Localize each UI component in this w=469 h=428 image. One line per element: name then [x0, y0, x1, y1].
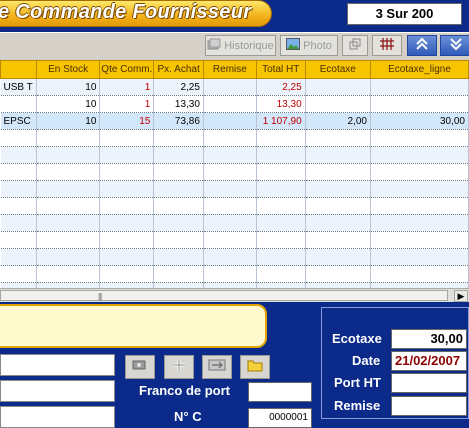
- franco-label: Franco de port: [139, 383, 231, 398]
- table-row[interactable]: USB T 10 1 2,25 2,25: [0, 78, 469, 96]
- franco-field[interactable]: [248, 382, 312, 402]
- footer-panel: Franco de port N° C 0000001 Ecotaxe 30,0…: [0, 302, 469, 428]
- transfer-button[interactable]: [202, 355, 232, 379]
- historique-button[interactable]: Historique: [205, 35, 276, 56]
- port-ht-field[interactable]: [391, 373, 467, 393]
- table-cell[interactable]: 13,30: [256, 95, 306, 113]
- table-cell[interactable]: 2,25: [256, 78, 306, 96]
- comment-textarea[interactable]: [0, 304, 267, 348]
- photo-button[interactable]: Photo: [280, 35, 338, 56]
- ecotaxe-label: Ecotaxe: [332, 331, 382, 346]
- table-row[interactable]: [0, 197, 469, 215]
- supplier-field[interactable]: [0, 354, 115, 376]
- move-down-button[interactable]: [440, 35, 469, 56]
- table-row[interactable]: EPSC 10 15 73,86 1 107,90 2,00 30,00: [0, 112, 469, 130]
- window-icon: [349, 38, 361, 53]
- table-cell[interactable]: 73,86: [153, 112, 204, 130]
- table-cell[interactable]: 2,00: [305, 112, 371, 130]
- table-row[interactable]: 10 1 13,30 13,30: [0, 95, 469, 113]
- table-row[interactable]: [0, 163, 469, 181]
- photo-icon: [286, 38, 301, 53]
- table-cell[interactable]: 10: [36, 78, 101, 96]
- table-row[interactable]: [0, 129, 469, 147]
- remise-label: Remise: [334, 398, 381, 413]
- transfer-icon: [208, 358, 226, 377]
- table-cell[interactable]: 10: [36, 95, 101, 113]
- column-header-total-ht[interactable]: Total HT: [255, 60, 306, 79]
- ecotaxe-field[interactable]: 30,00: [391, 329, 467, 349]
- add-button[interactable]: [164, 355, 194, 379]
- photo-label: Photo: [303, 39, 332, 52]
- toolbar: Historique Photo: [0, 32, 469, 60]
- table-cell[interactable]: [0, 95, 37, 113]
- horizontal-scrollbar[interactable]: ||| ▶: [0, 288, 469, 303]
- table-row[interactable]: [0, 265, 469, 283]
- table-cell[interactable]: 15: [99, 112, 155, 130]
- address-field-2[interactable]: [0, 406, 115, 428]
- folder-button[interactable]: [240, 355, 270, 379]
- attach-icon: [131, 358, 149, 377]
- table-row[interactable]: [0, 248, 469, 266]
- table-row[interactable]: [0, 214, 469, 232]
- double-chevron-down-icon: [448, 37, 464, 54]
- table-cell[interactable]: EPSC: [0, 112, 37, 130]
- double-chevron-up-icon: [414, 37, 430, 54]
- table-cell[interactable]: 13,30: [153, 95, 204, 113]
- plus-icon: [172, 358, 186, 377]
- folder-icon: [247, 358, 263, 377]
- history-icon: [207, 38, 221, 53]
- grip-icon: |||: [98, 292, 102, 301]
- column-header-en-stock[interactable]: En Stock: [35, 60, 101, 79]
- table-cell[interactable]: [203, 95, 257, 113]
- column-header-ecotaxe[interactable]: Ecotaxe: [304, 60, 371, 79]
- column-header[interactable]: [0, 60, 37, 79]
- table-cell[interactable]: [203, 78, 257, 96]
- attach-button[interactable]: [125, 355, 155, 379]
- scrollbar-thumb[interactable]: |||: [0, 290, 448, 301]
- date-label: Date: [352, 353, 381, 368]
- table-cell[interactable]: 10: [36, 112, 101, 130]
- table-cell[interactable]: [305, 78, 371, 96]
- column-header-remise[interactable]: Remise: [202, 60, 257, 79]
- grid-icon: [379, 37, 395, 54]
- table-row[interactable]: [0, 146, 469, 164]
- table-cell[interactable]: [370, 78, 469, 96]
- column-header-px-achat[interactable]: Px. Achat: [153, 60, 204, 79]
- record-counter: 3 Sur 200: [347, 3, 462, 25]
- order-lines-table: En Stock Qte Comm. Px. Achat Remise Tota…: [0, 60, 469, 288]
- column-header-ecotaxe-ligne[interactable]: Ecotaxe_ligne: [369, 60, 469, 79]
- port-ht-label: Port HT: [334, 375, 381, 390]
- table-row[interactable]: [0, 231, 469, 249]
- table-cell[interactable]: 1: [99, 95, 155, 113]
- move-up-button[interactable]: [407, 35, 437, 56]
- table-cell[interactable]: USB T: [0, 78, 37, 96]
- order-lines-grid: En Stock Qte Comm. Px. Achat Remise Tota…: [0, 60, 469, 288]
- window-title: e Commande Fournisseur: [0, 1, 252, 23]
- table-cell[interactable]: 30,00: [370, 112, 469, 130]
- column-header-qte-comm[interactable]: Qte Comm.: [99, 60, 155, 79]
- historique-label: Historique: [224, 39, 274, 52]
- order-number-field[interactable]: 0000001: [248, 408, 312, 428]
- remise-field[interactable]: [391, 396, 467, 416]
- grid-header-row: En Stock Qte Comm. Px. Achat Remise Tota…: [0, 60, 469, 79]
- table-cell[interactable]: 1 107,90: [256, 112, 306, 130]
- table-cell[interactable]: [203, 112, 257, 130]
- window-button[interactable]: [342, 35, 368, 56]
- table-cell[interactable]: 1: [99, 78, 155, 96]
- address-field[interactable]: [0, 380, 115, 402]
- table-cell[interactable]: [370, 95, 469, 113]
- date-field[interactable]: 21/02/2007: [391, 351, 467, 371]
- scroll-right-arrow-icon[interactable]: ▶: [454, 290, 468, 302]
- table-row[interactable]: [0, 180, 469, 198]
- grid-button[interactable]: [372, 35, 402, 56]
- table-cell[interactable]: 2,25: [153, 78, 204, 96]
- table-cell[interactable]: [305, 95, 371, 113]
